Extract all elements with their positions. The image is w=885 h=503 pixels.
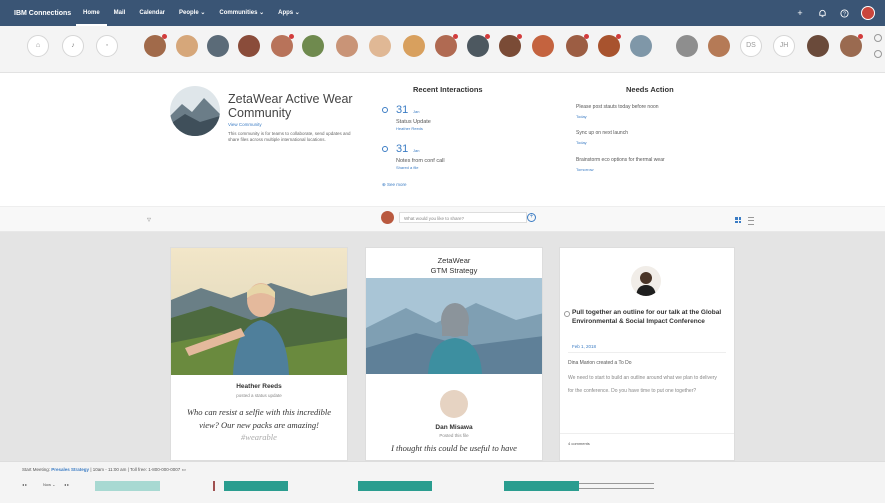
divider (560, 433, 734, 434)
person-avatar[interactable] (566, 34, 589, 57)
todo-title[interactable]: Pull together an outline for our talk at… (572, 309, 726, 326)
todo-card[interactable]: Pull together an outline for our talk at… (559, 247, 735, 461)
action-item[interactable]: Sync up on next launch Today (576, 130, 628, 145)
file-title: ZetaWear GTM Strategy (430, 256, 478, 275)
calendar-icon[interactable]: ▭ (182, 467, 186, 472)
person-avatar[interactable] (369, 35, 391, 57)
person-avatar[interactable] (176, 35, 198, 57)
divider (568, 352, 726, 353)
timeline-event[interactable] (504, 481, 579, 491)
person-avatar[interactable] (207, 35, 229, 57)
user-avatar[interactable] (861, 6, 875, 20)
see-more-link[interactable]: ⊕ See more (382, 182, 407, 188)
person-avatar[interactable] (598, 34, 621, 57)
share-add-icon[interactable]: + (527, 213, 536, 222)
nav-home[interactable]: Home (76, 0, 107, 26)
pin-shortcut-icon[interactable]: ◦ (96, 35, 118, 57)
timeline-event[interactable] (95, 481, 160, 491)
top-icons: + ? (795, 0, 875, 26)
brand-logo[interactable]: IBM Connections (14, 10, 76, 17)
person-avatar[interactable] (403, 35, 425, 57)
nav-calendar[interactable]: Calendar (132, 0, 172, 26)
post-action: Posted this file (439, 433, 469, 438)
post-action: posted a status update (236, 393, 282, 398)
todo-author: Dina Marion created a To Do (568, 360, 632, 366)
person-avatar[interactable] (499, 34, 522, 57)
meeting-title-link[interactable]: Presales Strategy (51, 467, 89, 472)
author-avatar[interactable] (631, 266, 661, 296)
nav-apps[interactable]: Apps ⌄ (271, 0, 307, 26)
person-avatar[interactable] (238, 35, 260, 57)
grid-view-icon[interactable] (735, 217, 741, 223)
meeting-bar: Start Meeting: Presales Strategy | 10am … (0, 461, 885, 503)
community-image[interactable] (170, 86, 220, 136)
status-update-card[interactable]: Heather Reeds posted a status update Who… (170, 247, 348, 461)
author-name[interactable]: Heather Reeds (171, 383, 347, 390)
person-avatar[interactable] (144, 34, 167, 57)
view-community-link[interactable]: View Community (228, 122, 262, 127)
person-avatar[interactable] (271, 34, 294, 57)
timeline-event[interactable] (358, 481, 432, 491)
person-avatar[interactable] (336, 35, 358, 57)
nav-mail[interactable]: Mail (107, 0, 133, 26)
todo-checkbox[interactable] (564, 311, 570, 317)
timeline-next-icon[interactable]: ◂ ▸ (64, 482, 69, 487)
hashtag[interactable]: #wearable (241, 432, 277, 442)
help-icon[interactable]: ? (839, 8, 849, 18)
timeline-now-dropdown[interactable]: Now ⌄ (43, 482, 55, 487)
home-shortcut-icon[interactable]: ⌂ (27, 35, 49, 57)
author-name[interactable]: Dan Misawa (366, 424, 542, 431)
person-avatar[interactable] (435, 34, 458, 57)
timeline-dot (382, 107, 388, 113)
main-nav: Home Mail Calendar People ⌄ Communities … (76, 0, 307, 26)
current-user-avatar (381, 211, 394, 224)
person-avatar[interactable] (630, 35, 652, 57)
settings-icon[interactable] (874, 34, 882, 42)
action-item[interactable]: Please post stauts today before noon Tod… (576, 104, 659, 119)
comments-count[interactable]: 4 comments (568, 441, 590, 446)
timeline-dot (382, 146, 388, 152)
person-initials-ds[interactable]: DS (740, 35, 762, 57)
bell-shortcut-icon[interactable]: ♪ (62, 35, 84, 57)
filter-icon[interactable]: ▿ (147, 215, 151, 224)
people-bar: ⌂ ♪ ◦ DS JH (0, 26, 885, 73)
todo-date: Feb 1, 2018 (572, 344, 597, 349)
person-avatar[interactable] (840, 34, 863, 57)
meeting-info: Start Meeting: Presales Strategy | 10am … (22, 467, 186, 472)
timeline-event[interactable] (224, 481, 288, 491)
person-avatar[interactable] (532, 35, 554, 57)
selfie-photo (171, 248, 347, 375)
nav-people[interactable]: People ⌄ (172, 0, 212, 26)
share-input[interactable]: What would you like to share? (399, 212, 527, 223)
community-description: This community is for teams to collabora… (228, 131, 351, 143)
file-share-card[interactable]: ZetaWear GTM Strategy Dan Misawa Posted … (365, 247, 543, 461)
notifications-icon[interactable] (817, 8, 827, 18)
nav-communities[interactable]: Communities ⌄ (212, 0, 271, 26)
todo-body: We need to start to build an outline aro… (568, 375, 717, 394)
svg-text:?: ? (843, 11, 846, 17)
file-cover-photo (366, 278, 542, 374)
timeline-now-marker (213, 481, 215, 491)
person-avatar[interactable] (708, 35, 730, 57)
person-avatar[interactable] (676, 35, 698, 57)
person-avatar[interactable] (302, 35, 324, 57)
top-navigation-bar: IBM Connections Home Mail Calendar Peopl… (0, 0, 885, 26)
person-initials-jh[interactable]: JH (773, 35, 795, 57)
person-avatar[interactable] (467, 34, 490, 57)
author-avatar[interactable] (440, 390, 468, 418)
list-view-icon[interactable] (748, 217, 754, 225)
timeline-prev-icon[interactable]: ◂ ▸ (22, 482, 27, 487)
needs-action-heading: Needs Action (626, 85, 674, 94)
action-item[interactable]: Brainstorm eco options for thermal wear … (576, 157, 665, 172)
recent-interactions-heading: Recent Interactions (413, 85, 483, 94)
person-avatar[interactable] (807, 35, 829, 57)
more-icon[interactable] (874, 50, 882, 58)
community-title: ZetaWear Active Wear Community (228, 92, 353, 120)
add-icon[interactable]: + (795, 8, 805, 18)
timeline-line (579, 483, 654, 484)
post-quote: I thought this could be useful to have (391, 443, 517, 453)
timeline-line (579, 488, 654, 489)
post-quote: Who can resist a selfie with this incred… (186, 407, 332, 442)
